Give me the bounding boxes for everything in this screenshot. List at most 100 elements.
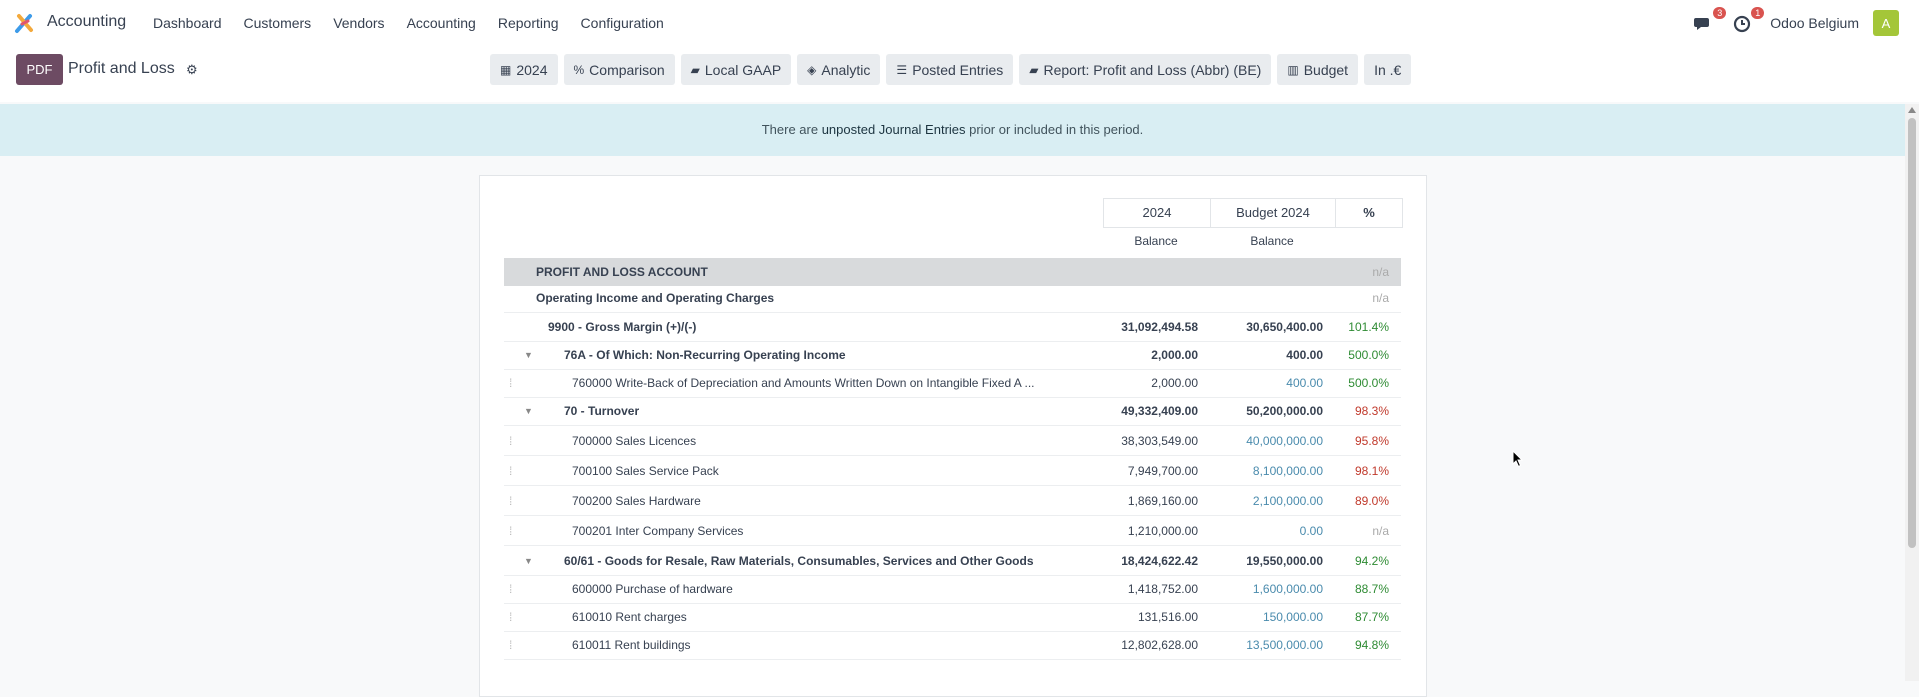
filter-date[interactable]: ▦ 2024 (490, 54, 558, 85)
menu-item-dashboard[interactable]: Dashboard (153, 15, 222, 31)
scroll-thumb[interactable] (1908, 118, 1916, 548)
filter-currency-label: In .€ (1374, 61, 1402, 78)
book-icon: ▰ (1029, 62, 1039, 77)
filter-comparison[interactable]: % Comparison (563, 54, 675, 85)
balance-2024: 2,000.00 (1151, 376, 1198, 390)
line-label[interactable]: 610010 Rent charges (572, 603, 687, 631)
report-line[interactable]: ▼ 60/61 - Goods for Resale, Raw Materials… (504, 547, 1401, 576)
balance-2024: 7,949,700.00 (1127, 464, 1198, 478)
caret-down-icon[interactable]: ▼ (524, 547, 533, 575)
messages-badge: 3 (1713, 7, 1727, 19)
report-sheet: 2024 Budget 2024 % Balance Balance PROFI… (479, 175, 1427, 697)
line-options-icon[interactable]: ⁞ (509, 524, 512, 538)
line-label: 9900 - Gross Margin (+)/(-) (548, 320, 697, 334)
report-line[interactable]: 600000 Purchase of hardware ⁞ 1,418,752.00… (504, 575, 1401, 604)
pdf-button[interactable]: PDF (16, 54, 63, 85)
percent-value: 98.3% (1354, 404, 1389, 418)
line-label[interactable]: 700000 Sales Licences (572, 427, 696, 455)
balance-2024: 1,210,000.00 (1127, 524, 1198, 538)
line-label[interactable]: 760000 Write-Back of Depreciation and Am… (572, 369, 1034, 397)
line-label[interactable]: 600000 Purchase of hardware (572, 575, 733, 603)
report-line: 9900 - Gross Margin (+)/(-) 31,092,494.58… (504, 313, 1401, 342)
caret-down-icon[interactable]: ▼ (524, 397, 533, 425)
menu-item-accounting[interactable]: Accounting (407, 15, 476, 31)
chat-icon (1694, 18, 1710, 30)
report-line[interactable]: 610010 Rent charges ⁞ 131,516.00 150,000.00… (504, 603, 1401, 632)
filter-currency[interactable]: In .€ (1364, 54, 1412, 85)
report-line[interactable]: ▼ 70 - Turnover 49,332,409.00 50,200,000.00… (504, 397, 1401, 426)
balance-budget[interactable]: 0.00 (1300, 517, 1323, 545)
alert-prefix: There are (761, 122, 822, 137)
scroll-up-arrow[interactable] (1908, 107, 1916, 113)
balance-2024: 49,332,409.00 (1121, 404, 1198, 418)
report-line: Operating Income and Operating Charges n/… (504, 284, 1401, 313)
user-avatar[interactable]: A (1873, 10, 1899, 36)
mouse-cursor-icon (1512, 450, 1524, 468)
unposted-entries-link[interactable]: unposted Journal Entries (822, 122, 966, 137)
main-menu: Dashboard Customers Vendors Accounting R… (153, 15, 686, 31)
balance-budget[interactable]: 8,100,000.00 (1253, 457, 1323, 485)
line-label[interactable]: 700200 Sales Hardware (572, 487, 701, 515)
line-label[interactable]: 610011 Rent buildings (572, 631, 691, 659)
line-label[interactable]: 700100 Sales Service Pack (572, 457, 719, 485)
menu-item-configuration[interactable]: Configuration (581, 15, 664, 31)
app-name[interactable]: Accounting (47, 13, 126, 31)
messages-button[interactable]: 3 (1694, 7, 1727, 35)
activities-button[interactable]: 1 (1732, 7, 1765, 35)
filter-analytic-label: Analytic (821, 61, 871, 78)
report-line[interactable]: 610011 Rent buildings ⁞ 12,802,628.00 13,50… (504, 631, 1401, 660)
gear-icon[interactable]: ⚙ (186, 62, 198, 78)
line-label[interactable]: 700201 Inter Company Services (572, 517, 743, 545)
balance-budget[interactable]: 1,600,000.00 (1253, 575, 1323, 603)
line-options-icon[interactable]: ⁞ (509, 610, 512, 624)
report-line[interactable]: 760000 Write-Back of Depreciation and Am… (504, 369, 1401, 398)
line-options-icon[interactable]: ⁞ (509, 582, 512, 596)
filter-budget[interactable]: ▥ Budget (1277, 54, 1359, 85)
line-options-icon[interactable]: ⁞ (509, 464, 512, 478)
report-line[interactable]: 700201 Inter Company Services ⁞ 1,210,000.… (504, 517, 1401, 546)
report-line[interactable]: ▼ 76A - Of Which: Non-Recurring Operating… (504, 341, 1401, 370)
menu-item-vendors[interactable]: Vendors (333, 15, 384, 31)
bar-chart-icon: ▥ (1287, 62, 1299, 77)
column-sub-balance-1: Balance (1134, 234, 1178, 248)
column-header-percent: % (1335, 198, 1403, 228)
filter-gaap[interactable]: ▰ Local GAAP (680, 54, 792, 85)
filter-posted[interactable]: ☰ Posted Entries (886, 54, 1014, 85)
filter-comparison-label: Comparison (589, 61, 665, 78)
balance-budget[interactable]: 400.00 (1286, 369, 1323, 397)
filter-budget-label: Budget (1303, 61, 1349, 78)
line-options-icon[interactable]: ⁞ (509, 638, 512, 652)
accounting-app-icon[interactable] (14, 12, 36, 34)
line-options-icon[interactable]: ⁞ (509, 376, 512, 390)
balance-budget: 50,200,000.00 (1246, 404, 1323, 418)
balance-budget[interactable]: 2,100,000.00 (1253, 487, 1323, 515)
line-label: 70 - Turnover (564, 404, 640, 418)
top-navbar: Accounting Dashboard Customers Vendors A… (0, 0, 1919, 46)
filter-date-label: 2024 (516, 61, 548, 78)
balance-2024: 18,424,622.42 (1121, 554, 1198, 568)
balance-budget: 400.00 (1286, 348, 1323, 362)
balance-budget[interactable]: 150,000.00 (1263, 603, 1323, 631)
report-line[interactable]: 700200 Sales Hardware ⁞ 1,869,160.00 2,100,… (504, 487, 1401, 516)
balance-budget[interactable]: 13,500,000.00 (1246, 631, 1323, 659)
filter-report[interactable]: ▰ Report: Profit and Loss (Abbr) (BE) (1019, 54, 1272, 85)
balance-2024: 12,802,628.00 (1121, 638, 1198, 652)
report-line[interactable]: 700000 Sales Licences ⁞ 38,303,549.00 40,00… (504, 427, 1401, 456)
scrollbar[interactable] (1905, 104, 1919, 681)
column-sub-balance-2: Balance (1250, 234, 1294, 248)
percent-value: 89.0% (1354, 494, 1389, 508)
percent-value: n/a (1372, 265, 1389, 279)
report-line[interactable]: 700100 Sales Service Pack ⁞ 7,949,700.00 8,… (504, 457, 1401, 486)
menu-item-customers[interactable]: Customers (244, 15, 312, 31)
percent-value: 94.2% (1354, 554, 1389, 568)
balance-budget[interactable]: 40,000,000.00 (1246, 427, 1323, 455)
filter-analytic[interactable]: ◈ Analytic (797, 54, 881, 85)
column-header-budget[interactable]: Budget 2024 (1210, 198, 1336, 228)
percent-value: n/a (1372, 524, 1389, 538)
menu-item-reporting[interactable]: Reporting (498, 15, 559, 31)
line-options-icon[interactable]: ⁞ (509, 434, 512, 448)
column-header-2024[interactable]: 2024 (1103, 198, 1211, 228)
company-switcher[interactable]: Odoo Belgium (1770, 15, 1859, 31)
line-options-icon[interactable]: ⁞ (509, 494, 512, 508)
caret-down-icon[interactable]: ▼ (524, 341, 533, 369)
